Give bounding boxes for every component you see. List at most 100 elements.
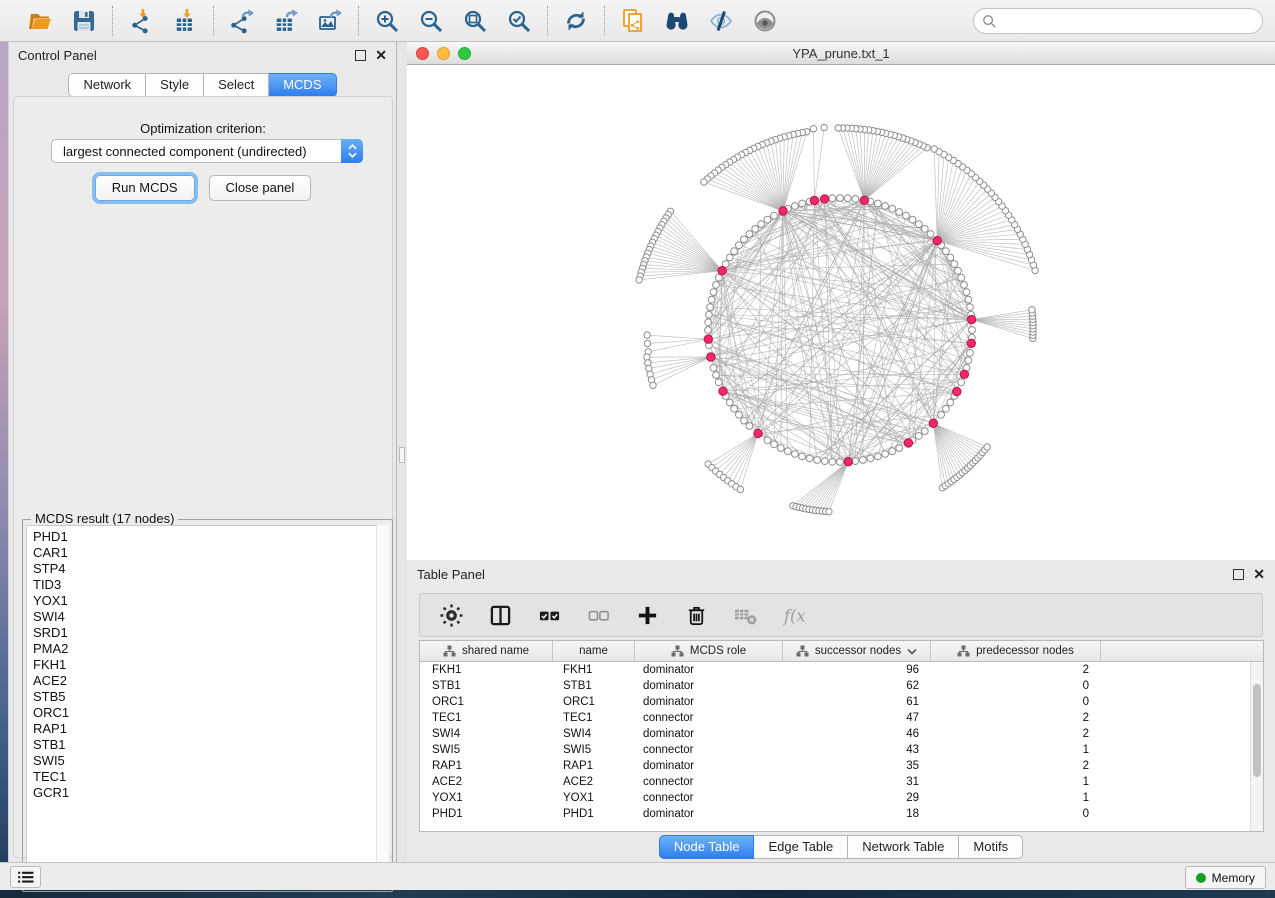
mcds-hub-node[interactable] (718, 267, 726, 275)
task-history-button[interactable] (10, 866, 41, 888)
table-row[interactable]: FKH1FKH1dominator962 (420, 662, 1263, 678)
tab-mcds[interactable]: MCDS (269, 73, 336, 97)
mcds-result-item[interactable]: PHD1 (33, 529, 388, 545)
clone-network-button[interactable] (618, 6, 648, 36)
mcds-result-item[interactable]: TID3 (33, 577, 388, 593)
mcds-hub-node[interactable] (754, 429, 762, 437)
table-row[interactable]: YOX1YOX1connector291 (420, 790, 1263, 806)
column-header-shared-name[interactable]: shared name (420, 641, 553, 661)
splitter-grip[interactable] (399, 447, 405, 463)
gear-button[interactable] (436, 600, 466, 630)
save-session-button[interactable] (69, 6, 99, 36)
network-graph-svg[interactable] (407, 65, 1275, 560)
mcds-result-item[interactable]: FKH1 (33, 657, 388, 673)
mcds-hub-node[interactable] (860, 196, 868, 204)
tab-node-table[interactable]: Node Table (659, 835, 755, 859)
mcds-hub-node[interactable] (810, 196, 818, 204)
mcds-hub-node[interactable] (953, 387, 961, 395)
mcds-result-item[interactable]: STP4 (33, 561, 388, 577)
table-scrollbar[interactable] (1250, 662, 1263, 831)
mcds-hub-node[interactable] (704, 335, 712, 343)
mcds-hub-node[interactable] (967, 339, 975, 347)
table-row[interactable]: SWI4SWI4dominator462 (420, 726, 1263, 742)
mcds-result-item[interactable]: PMA2 (33, 641, 388, 657)
float-panel-icon[interactable] (355, 50, 366, 61)
panel-splitter[interactable] (397, 42, 407, 862)
tab-edge-table[interactable]: Edge Table (754, 835, 848, 859)
zoom-selected-button[interactable] (504, 6, 534, 36)
mcds-hub-node[interactable] (929, 419, 937, 427)
close-panel-icon[interactable]: ✕ (375, 50, 387, 61)
table-row[interactable]: SWI5SWI5connector431 (420, 742, 1263, 758)
mcds-result-item[interactable]: SWI5 (33, 753, 388, 769)
deselect-all-button[interactable] (583, 600, 613, 630)
mcds-result-item[interactable]: CAR1 (33, 545, 388, 561)
mcds-hub-node[interactable] (844, 458, 852, 466)
tab-network[interactable]: Network (68, 73, 146, 97)
tab-select[interactable]: Select (204, 73, 269, 97)
table-float-panel-icon[interactable] (1233, 569, 1244, 580)
mcds-hub-node[interactable] (820, 195, 828, 203)
table-row[interactable]: STB1STB1dominator620 (420, 678, 1263, 694)
mcds-hub-node[interactable] (719, 387, 727, 395)
mcds-result-list[interactable]: PHD1CAR1STP4TID3YOX1SWI4SRD1PMA2FKH1ACE2… (26, 525, 389, 888)
export-image-button[interactable] (315, 6, 345, 36)
table-row[interactable]: ORC1ORC1dominator610 (420, 694, 1263, 710)
open-file-button[interactable] (25, 6, 55, 36)
import-table-button[interactable] (170, 6, 200, 36)
network-canvas[interactable] (407, 65, 1275, 560)
table-scrollbar-thumb[interactable] (1253, 684, 1261, 777)
mcds-result-item[interactable]: RAP1 (33, 721, 388, 737)
tab-style[interactable]: Style (146, 73, 204, 97)
tab-network-table[interactable]: Network Table (848, 835, 959, 859)
export-table-button[interactable] (271, 6, 301, 36)
column-header-MCDS-role[interactable]: MCDS role (635, 641, 783, 661)
mcds-hub-node[interactable] (707, 353, 715, 361)
optimization-criterion-select[interactable]: largest connected component (undirected) (51, 139, 363, 163)
zoom-out-button[interactable] (416, 6, 446, 36)
column-header-name[interactable]: name (553, 641, 635, 661)
mcds-result-item[interactable]: GCR1 (33, 785, 388, 801)
mcds-hub-node[interactable] (904, 439, 912, 447)
table-row[interactable]: PHD1PHD1dominator180 (420, 806, 1263, 822)
mcds-hub-node[interactable] (779, 207, 787, 215)
column-header-successor-nodes[interactable]: successor nodes (783, 641, 931, 661)
search-box[interactable] (973, 8, 1263, 34)
mcds-result-item[interactable]: STB5 (33, 689, 388, 705)
mcds-result-item[interactable]: SRD1 (33, 625, 388, 641)
search-input[interactable] (1002, 11, 1254, 31)
mcds-result-item[interactable]: STB1 (33, 737, 388, 753)
mcds-hub-node[interactable] (933, 237, 941, 245)
table-close-panel-icon[interactable]: ✕ (1253, 569, 1265, 580)
mcds-hub-node[interactable] (967, 315, 975, 323)
mcds-result-item[interactable]: SWI4 (33, 609, 388, 625)
show-all-button[interactable] (750, 6, 780, 36)
window-maximize-icon[interactable] (458, 47, 471, 60)
table-row[interactable]: TEC1TEC1connector472 (420, 710, 1263, 726)
columns-button[interactable] (485, 600, 515, 630)
table-row[interactable]: RAP1RAP1dominator352 (420, 758, 1263, 774)
import-network-button[interactable] (126, 6, 156, 36)
select-all-button[interactable] (534, 600, 564, 630)
delete-button[interactable] (681, 600, 711, 630)
export-network-button[interactable] (227, 6, 257, 36)
close-panel-button[interactable]: Close panel (209, 175, 312, 201)
mcds-result-item[interactable]: TEC1 (33, 769, 388, 785)
mcds-result-item[interactable]: ORC1 (33, 705, 388, 721)
window-close-icon[interactable] (416, 47, 429, 60)
window-minimize-icon[interactable] (437, 47, 450, 60)
find-button[interactable] (662, 6, 692, 36)
result-list-scrollbar[interactable] (376, 525, 389, 888)
tab-motifs[interactable]: Motifs (959, 835, 1023, 859)
mcds-result-item[interactable]: ACE2 (33, 673, 388, 689)
zoom-in-button[interactable] (372, 6, 402, 36)
add-button[interactable] (632, 600, 662, 630)
zoom-fit-button[interactable] (460, 6, 490, 36)
hide-selected-button[interactable] (706, 6, 736, 36)
mcds-result-item[interactable]: YOX1 (33, 593, 388, 609)
refresh-button[interactable] (561, 6, 591, 36)
mcds-hub-node[interactable] (960, 370, 968, 378)
memory-button[interactable]: Memory (1185, 866, 1266, 889)
table-row[interactable]: ACE2ACE2connector311 (420, 774, 1263, 790)
column-header-predecessor-nodes[interactable]: predecessor nodes (931, 641, 1101, 661)
